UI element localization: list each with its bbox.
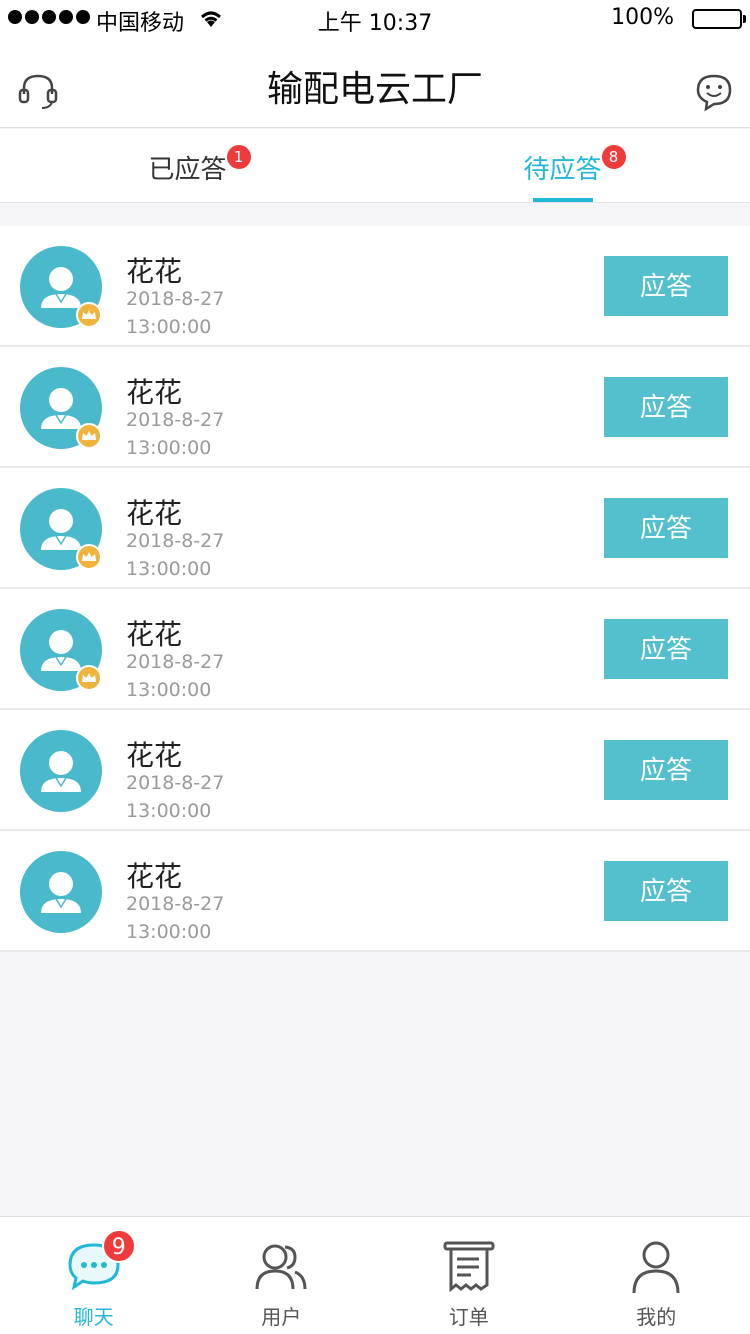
answer-button[interactable]: 应答	[604, 377, 728, 437]
chat-bubble-icon[interactable]	[694, 72, 734, 112]
contact-date: 2018-8-27	[126, 288, 225, 310]
nav-bar: 输配电云工厂	[0, 40, 750, 128]
tab-answered-badge: 1	[226, 145, 251, 169]
contact-time: 13:00:00	[126, 316, 212, 338]
contact-time: 13:00:00	[126, 800, 212, 822]
answer-button[interactable]: 应答	[604, 498, 728, 558]
tabbar-chat-label: 聊天	[73, 1305, 114, 1329]
tab-pending[interactable]: 待应答 8	[375, 129, 750, 202]
crown-icon	[76, 423, 102, 449]
contact-name: 花花	[126, 255, 183, 288]
list-item[interactable]: 花花 2018-8-27 13:00:00 应答	[0, 468, 750, 589]
contact-date: 2018-8-27	[126, 409, 225, 431]
list-item[interactable]: 花花 2018-8-27 13:00:00 应答	[0, 710, 750, 831]
contact-time: 13:00:00	[126, 921, 212, 943]
tab-active-indicator	[532, 198, 593, 202]
tab-pending-badge: 8	[601, 145, 626, 169]
contact-date: 2018-8-27	[126, 651, 225, 673]
contact-name: 花花	[126, 860, 183, 893]
avatar	[20, 851, 102, 933]
receipt-icon	[441, 1239, 497, 1295]
contact-date: 2018-8-27	[126, 772, 225, 794]
contact-date: 2018-8-27	[126, 530, 225, 552]
contact-name: 花花	[126, 376, 183, 409]
answer-button[interactable]: 应答	[604, 256, 728, 316]
answer-button[interactable]: 应答	[604, 740, 728, 800]
tab-answered-label: 已应答	[148, 155, 227, 185]
tabbar-me[interactable]: 我的	[563, 1217, 750, 1334]
tabbar-me-label: 我的	[636, 1305, 677, 1329]
crown-icon	[76, 544, 102, 570]
list-item[interactable]: 花花 2018-8-27 13:00:00 应答	[0, 226, 750, 347]
page-title: 输配电云工厂	[266, 69, 483, 110]
contact-name: 花花	[126, 618, 183, 651]
contact-time: 13:00:00	[126, 437, 212, 459]
person-icon	[628, 1239, 684, 1295]
contact-name: 花花	[126, 739, 183, 772]
battery-percent: 100%	[611, 5, 674, 30]
bottom-tab-bar: 9 聊天 用户 订单 我的	[0, 1216, 750, 1334]
tabbar-orders-label: 订单	[448, 1305, 489, 1329]
tabbar-users[interactable]: 用户	[188, 1217, 376, 1334]
tab-pending-label: 待应答	[523, 155, 602, 185]
contact-time: 13:00:00	[126, 558, 212, 580]
contact-date: 2018-8-27	[126, 893, 225, 915]
list-item[interactable]: 花花 2018-8-27 13:00:00 应答	[0, 831, 750, 952]
chat-badge: 9	[101, 1229, 136, 1263]
avatar	[20, 730, 102, 812]
contact-name: 花花	[126, 497, 183, 530]
tabbar-users-label: 用户	[261, 1305, 302, 1329]
list-item[interactable]: 花花 2018-8-27 13:00:00 应答	[0, 347, 750, 468]
users-icon	[253, 1239, 309, 1295]
status-bar: 中国移动 上午 10:37 100%	[0, 0, 750, 40]
crown-icon	[76, 665, 102, 691]
answer-button[interactable]: 应答	[604, 619, 728, 679]
request-list: 花花 2018-8-27 13:00:00 应答 花花 2018-8-27 13…	[0, 226, 750, 952]
crown-icon	[76, 302, 102, 328]
tabbar-chat[interactable]: 9 聊天	[0, 1217, 188, 1334]
answer-button[interactable]: 应答	[604, 861, 728, 921]
list-item[interactable]: 花花 2018-8-27 13:00:00 应答	[0, 589, 750, 710]
battery-icon	[692, 9, 746, 29]
tab-strip: 已应答 1 待应答 8	[0, 129, 750, 203]
tabbar-orders[interactable]: 订单	[375, 1217, 563, 1334]
contact-time: 13:00:00	[126, 679, 212, 701]
tab-answered[interactable]: 已应答 1	[0, 129, 375, 202]
